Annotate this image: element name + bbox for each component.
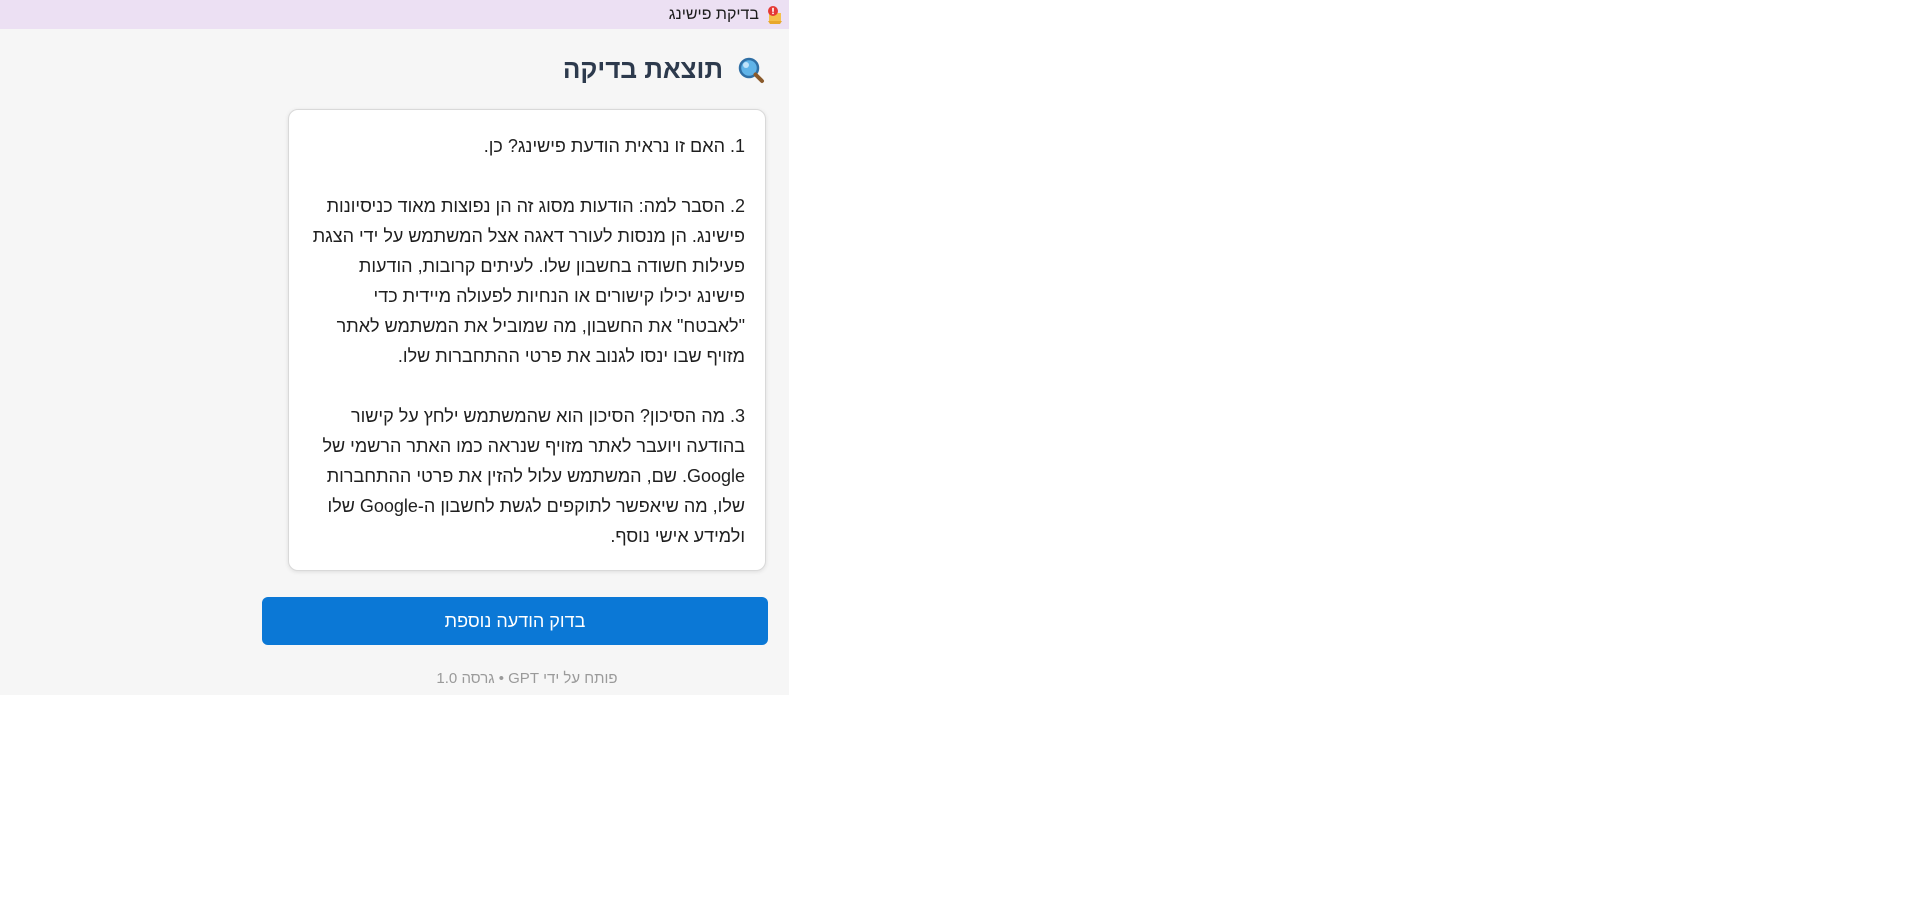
magnifier-icon [737, 56, 765, 84]
check-another-message-button[interactable]: בדוק הודעה נוספת [262, 597, 768, 645]
result-answer: 1. האם זו נראית הודעת פישינג? כן. [483, 136, 745, 156]
result-explanation: 2. הסבר למה: הודעות מסוג זה הן נפוצות מא… [312, 196, 745, 366]
footer-credit: פותח על ידי GPT • גרסה 1.0 [436, 670, 618, 687]
result-risk: 3. מה הסיכון? הסיכון הוא שהמשתמש ילחץ על… [322, 406, 746, 546]
title-bar: בדיקת פישינג [0, 0, 789, 29]
result-heading: תוצאת בדיקה [563, 54, 765, 85]
app-title: בדיקת פישינג [668, 5, 759, 23]
phishing-alert-icon [766, 5, 784, 25]
extension-popup: בדיקת פישינג תוצאת בדיקה 1. האם זו נראית… [0, 0, 789, 695]
result-card: 1. האם זו נראית הודעת פישינג? כן. 2. הסב… [288, 109, 766, 571]
page-title: תוצאת בדיקה [562, 54, 723, 84]
